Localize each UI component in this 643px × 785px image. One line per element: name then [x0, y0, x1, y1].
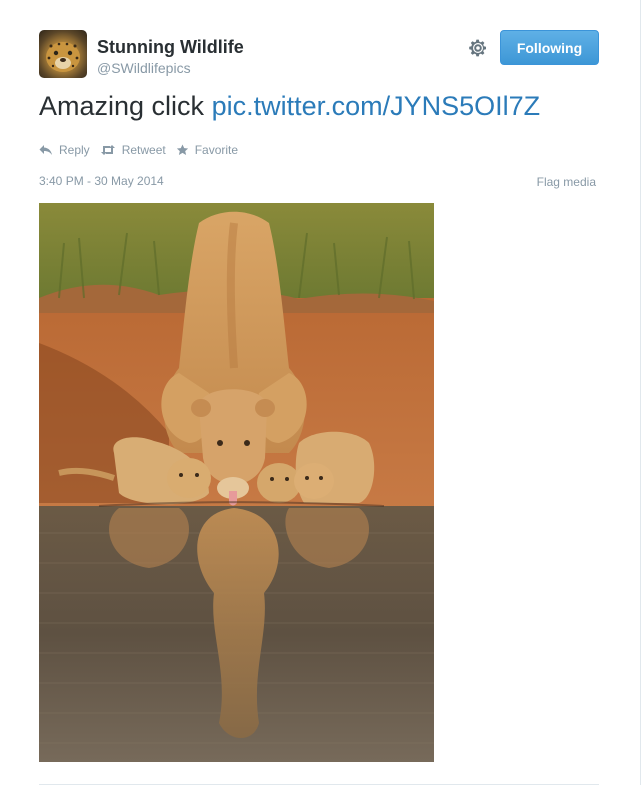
gear-icon[interactable]: [466, 36, 490, 60]
tweet-actions: Reply Retweet Favorite: [39, 143, 248, 157]
flag-media-link[interactable]: Flag media: [537, 175, 596, 189]
reply-button[interactable]: Reply: [39, 143, 90, 157]
lioness-and-cubs-photo[interactable]: [39, 203, 434, 762]
screen-name[interactable]: @SWildlifepics: [97, 60, 191, 76]
tweet-body: Amazing click: [39, 91, 205, 121]
following-button[interactable]: Following: [500, 30, 599, 65]
reply-icon: [39, 145, 52, 155]
user-avatar[interactable]: [39, 30, 87, 78]
reply-label: Reply: [59, 143, 90, 157]
favorite-label: Favorite: [194, 143, 239, 157]
tweet-text: Amazing click pic.twitter.com/JYNS5OIl7Z: [39, 91, 540, 122]
favorite-button[interactable]: Favorite: [176, 143, 238, 157]
retweet-label: Retweet: [121, 143, 166, 157]
tweet-media-link[interactable]: pic.twitter.com/JYNS5OIl7Z: [212, 91, 541, 121]
retweet-button[interactable]: Retweet: [100, 143, 166, 157]
display-name[interactable]: Stunning Wildlife: [97, 37, 244, 58]
photo-illustration: [39, 203, 434, 762]
tweet-timestamp[interactable]: 3:40 PM - 30 May 2014: [39, 174, 164, 188]
retweet-icon: [100, 145, 115, 155]
leopard-avatar-icon: [46, 42, 80, 72]
star-icon: [176, 144, 188, 155]
tweet-permalink: Stunning Wildlife @SWildlifepics Followi…: [0, 0, 641, 785]
